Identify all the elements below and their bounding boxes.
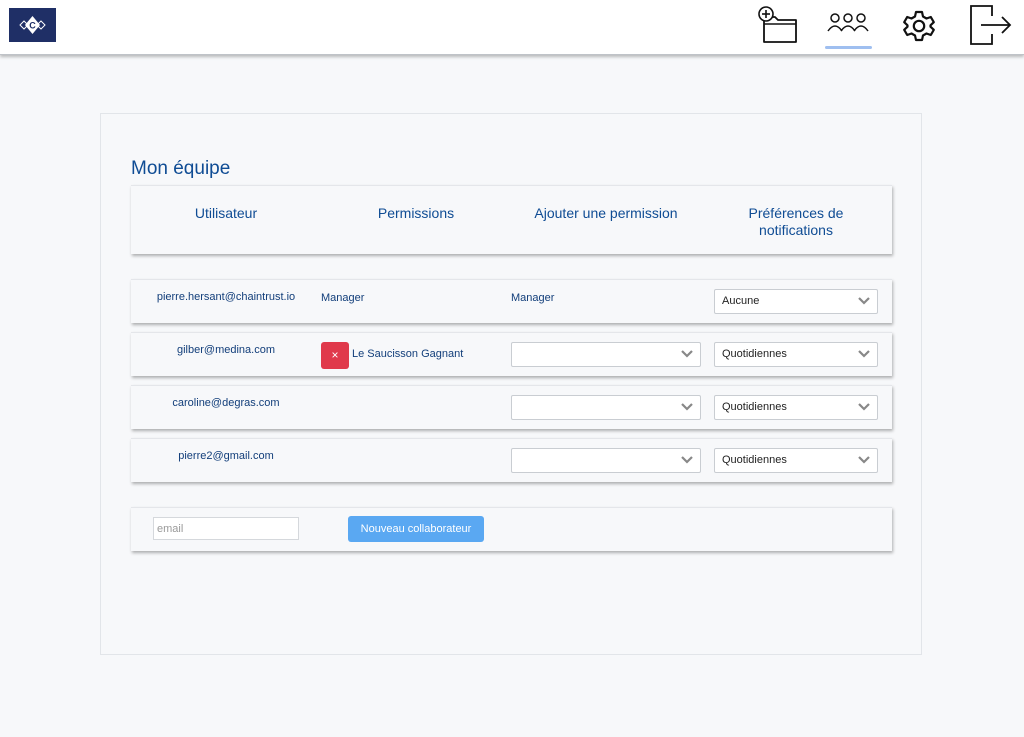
add-permission-select[interactable]	[511, 448, 701, 473]
logout-icon	[970, 5, 1012, 45]
nav-settings-button[interactable]	[902, 9, 936, 48]
user-email: pierre2@gmail.com	[178, 450, 274, 462]
remove-permission-button[interactable]: ×	[321, 342, 349, 369]
column-header-notifications: Préférences de notifications	[748, 205, 844, 238]
chevron-down-icon	[858, 403, 870, 411]
table-row: pierre.hersant@chaintrust.io Manager Man…	[131, 279, 892, 323]
table-row: pierre2@gmail.com Quotidiennes	[131, 438, 892, 482]
app-logo[interactable]: C	[9, 8, 56, 42]
notification-select-value: Aucune	[722, 295, 760, 307]
nav-team-button[interactable]	[826, 10, 870, 41]
top-bar: C	[0, 0, 1024, 55]
add-collaborator-row: Nouveau collaborateur	[131, 507, 892, 551]
column-header-user: Utilisateur	[194, 205, 258, 221]
notification-select-value: Quotidiennes	[722, 454, 787, 466]
chevron-down-icon	[681, 350, 693, 358]
chevron-down-icon	[681, 456, 693, 464]
email-input[interactable]	[153, 517, 299, 540]
chevron-down-icon	[858, 297, 870, 305]
notification-select[interactable]: Aucune	[714, 289, 878, 314]
chevron-down-icon	[858, 350, 870, 358]
table-row: gilber@medina.com × Le Saucisson Gagnant…	[131, 332, 892, 376]
chevron-down-icon	[858, 456, 870, 464]
notification-select[interactable]: Quotidiennes	[714, 448, 878, 473]
team-icon	[827, 13, 869, 32]
page-title: Mon équipe	[131, 158, 231, 179]
nav-active-indicator	[825, 46, 872, 49]
nav-logout-button[interactable]	[968, 3, 1014, 52]
permission-label: Manager	[321, 292, 365, 304]
add-permission-select[interactable]	[511, 342, 701, 367]
add-permission-select[interactable]	[511, 395, 701, 420]
gear-icon	[903, 10, 935, 42]
notification-select-value: Quotidiennes	[722, 401, 787, 413]
user-email: caroline@degras.com	[172, 397, 280, 409]
permission-label: Le Saucisson Gagnant	[352, 348, 464, 360]
table-row: caroline@degras.com Quotidiennes	[131, 385, 892, 429]
notification-select[interactable]: Quotidiennes	[714, 342, 878, 367]
add-permission-label: Manager	[511, 292, 555, 304]
logo-letter: C	[29, 21, 36, 31]
nav-add-folder-button[interactable]	[756, 4, 800, 51]
user-email: gilber@medina.com	[177, 344, 275, 356]
column-header-add-permission: Ajouter une permission	[534, 205, 678, 221]
notification-select-value: Quotidiennes	[722, 348, 787, 360]
notification-select[interactable]: Quotidiennes	[714, 395, 878, 420]
table-header: Utilisateur Permissions Ajouter une perm…	[131, 185, 892, 254]
logo-icon: C	[19, 16, 46, 34]
new-collaborator-button[interactable]: Nouveau collaborateur	[348, 516, 484, 542]
user-email: pierre.hersant@chaintrust.io	[156, 291, 296, 303]
add-folder-icon	[758, 6, 797, 43]
chevron-down-icon	[681, 403, 693, 411]
column-header-permissions: Permissions	[377, 205, 455, 221]
